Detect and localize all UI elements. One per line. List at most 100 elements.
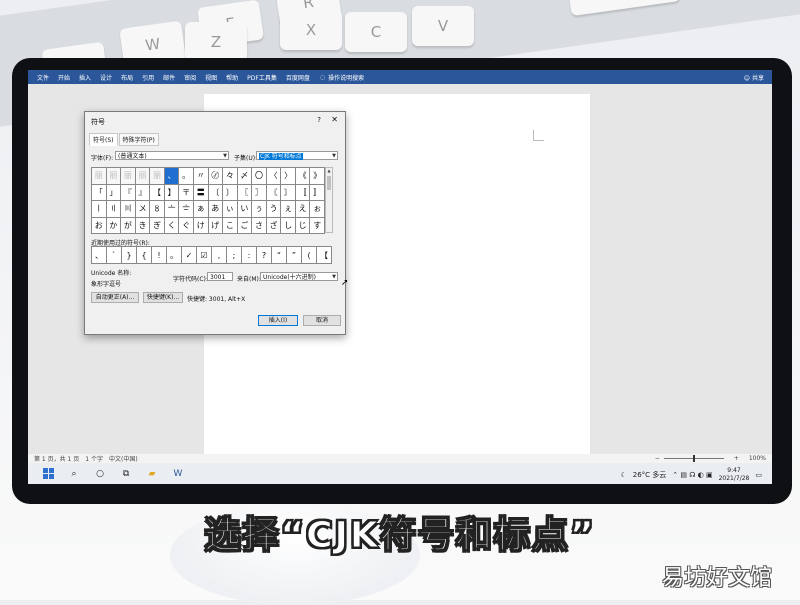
recent-symbol-cell[interactable]: { bbox=[137, 247, 152, 264]
symbol-cell[interactable]: 〒 bbox=[179, 184, 194, 201]
symbol-cell[interactable]: す bbox=[310, 217, 325, 234]
clock[interactable]: 9:47 2021/7/28 bbox=[719, 467, 750, 483]
ribbon-tab-home[interactable]: 开始 bbox=[58, 73, 70, 82]
help-button[interactable]: ? bbox=[317, 116, 321, 124]
symbol-cell[interactable]: し bbox=[281, 217, 296, 234]
char-code-input[interactable]: 3001 bbox=[207, 272, 233, 281]
symbol-grid-scrollbar[interactable]: ▲ bbox=[325, 167, 333, 233]
from-select[interactable]: Unicode(十六进制) ▼ bbox=[260, 272, 338, 281]
shortcut-key-button[interactable]: 快捷键(K)... bbox=[143, 292, 183, 303]
symbol-cell[interactable]: 丽 bbox=[106, 168, 122, 185]
zoom-out-icon[interactable]: − bbox=[655, 455, 660, 462]
weather-text[interactable]: 26°C 多云 bbox=[633, 470, 667, 480]
recent-symbol-cell[interactable]: “ bbox=[272, 247, 287, 264]
symbol-cell[interactable]: う bbox=[266, 201, 282, 218]
symbol-cell[interactable]: 〦 bbox=[164, 201, 180, 218]
ribbon-tab-review[interactable]: 审阅 bbox=[184, 73, 196, 82]
task-view-icon[interactable]: ⧉ bbox=[120, 468, 132, 480]
search-icon[interactable]: ⌕ bbox=[68, 468, 80, 480]
symbol-cell[interactable]: 】 bbox=[164, 184, 180, 201]
symbol-cell[interactable]: え bbox=[295, 201, 311, 218]
symbol-cell[interactable]: ご bbox=[237, 217, 253, 234]
symbol-cell[interactable]: あ bbox=[208, 201, 224, 218]
zoom-in-icon[interactable]: + bbox=[734, 455, 739, 462]
ribbon-tab-design[interactable]: 设计 bbox=[100, 73, 112, 82]
symbol-cell[interactable]: 〉 bbox=[281, 168, 296, 185]
symbol-cell[interactable]: 丽 bbox=[121, 168, 136, 185]
cortana-icon[interactable]: ○ bbox=[94, 468, 106, 480]
symbol-cell[interactable]: 》 bbox=[310, 168, 325, 185]
recent-symbol-cell[interactable]: , bbox=[212, 247, 227, 264]
symbol-cell[interactable]: 〄 bbox=[208, 168, 224, 185]
symbol-cell[interactable]: 』 bbox=[135, 184, 151, 201]
file-explorer-icon[interactable]: ▰ bbox=[146, 468, 158, 480]
recent-symbol-cell[interactable]: ” bbox=[287, 247, 302, 264]
symbol-cell[interactable]: い bbox=[237, 201, 253, 218]
insert-button[interactable]: 插入(I) bbox=[258, 315, 298, 326]
symbol-cell[interactable]: ざ bbox=[266, 217, 282, 234]
symbol-cell[interactable]: 「 bbox=[92, 184, 107, 201]
recent-symbol-cell[interactable]: : bbox=[242, 247, 257, 264]
symbol-cell[interactable]: じ bbox=[295, 217, 311, 234]
symbol-cell[interactable]: ぃ bbox=[223, 201, 238, 218]
zoom-slider[interactable] bbox=[663, 455, 724, 462]
symbol-cell[interactable]: が bbox=[121, 217, 136, 234]
recent-symbol-cell[interactable]: } bbox=[122, 247, 137, 264]
tray-icons[interactable]: ⌃ ▤ ☊ ◐ ▣ bbox=[672, 471, 712, 479]
word-app-icon[interactable]: W bbox=[172, 468, 184, 480]
symbol-cell[interactable]: 〢 bbox=[106, 201, 122, 218]
ribbon-tab-help[interactable]: 帮助 bbox=[226, 73, 238, 82]
symbol-cell[interactable]: 〣 bbox=[121, 201, 136, 218]
recent-symbol-cell[interactable]: 【 bbox=[317, 247, 332, 264]
font-select[interactable]: (普通文本) ▼ bbox=[115, 151, 229, 160]
symbol-cell[interactable]: 丽 bbox=[150, 168, 165, 185]
symbol-cell[interactable]: 〈 bbox=[266, 168, 282, 185]
symbol-cell[interactable]: 」 bbox=[106, 184, 122, 201]
recent-symbol-cell[interactable]: ; bbox=[227, 247, 242, 264]
symbol-cell[interactable]: ぉ bbox=[310, 201, 325, 218]
symbol-cell[interactable]: ぇ bbox=[281, 201, 296, 218]
symbol-cell[interactable]: 丽 bbox=[135, 168, 151, 185]
symbol-cell[interactable]: 【 bbox=[150, 184, 165, 201]
symbol-cell[interactable]: 〛 bbox=[310, 184, 325, 201]
symbol-cell[interactable]: こ bbox=[223, 217, 238, 234]
recent-symbol-cell[interactable]: 、 bbox=[92, 247, 107, 264]
cancel-button[interactable]: 取消 bbox=[303, 315, 341, 326]
symbol-cell[interactable]: か bbox=[106, 217, 122, 234]
subset-select[interactable]: CJK 符号和标点 ▼ bbox=[256, 151, 338, 160]
share-button[interactable]: ☺ 共享 bbox=[744, 73, 764, 82]
symbol-cell[interactable]: ぎ bbox=[150, 217, 165, 234]
scrollbar-thumb[interactable] bbox=[327, 176, 331, 190]
symbol-cell[interactable]: け bbox=[193, 217, 209, 234]
symbol-cell[interactable]: く bbox=[164, 217, 180, 234]
close-icon[interactable]: ✕ bbox=[331, 115, 338, 124]
symbol-cell[interactable]: ぐ bbox=[179, 217, 194, 234]
recent-symbol-cell[interactable]: ✓ bbox=[182, 247, 197, 264]
autocorrect-button[interactable]: 自动更正(A)... bbox=[91, 292, 139, 303]
symbol-cell[interactable]: き bbox=[135, 217, 151, 234]
recent-symbol-cell[interactable]: 。 bbox=[167, 247, 182, 264]
recent-symbol-cell[interactable]: ( bbox=[302, 247, 317, 264]
recent-symbol-cell[interactable]: ? bbox=[257, 247, 272, 264]
symbol-cell[interactable]: さ bbox=[252, 217, 267, 234]
ribbon-tab-layout[interactable]: 布局 bbox=[121, 73, 133, 82]
symbol-cell[interactable]: 〡 bbox=[92, 201, 107, 218]
symbol-cell[interactable]: 〇 bbox=[252, 168, 267, 185]
ribbon-tab-references[interactable]: 引用 bbox=[142, 73, 154, 82]
ribbon-tab-view[interactable]: 视图 bbox=[205, 73, 217, 82]
symbol-cell[interactable]: ぁ bbox=[193, 201, 209, 218]
ribbon-tab-file[interactable]: 文件 bbox=[37, 73, 49, 82]
symbol-cell[interactable]: 〓 bbox=[193, 184, 209, 201]
recent-symbol-cell[interactable]: ☑ bbox=[197, 247, 212, 264]
recent-symbol-cell[interactable]: ! bbox=[152, 247, 167, 264]
symbol-cell[interactable]: ぅ bbox=[252, 201, 267, 218]
symbol-cell[interactable]: 〘 bbox=[266, 184, 282, 201]
symbol-cell[interactable]: 〧 bbox=[179, 201, 194, 218]
symbol-cell[interactable]: 丽 bbox=[92, 168, 107, 185]
recent-symbol-cell[interactable]: ` bbox=[107, 247, 122, 264]
symbol-cell[interactable]: お bbox=[92, 217, 107, 234]
notification-icon[interactable]: ▭ bbox=[755, 471, 762, 479]
symbol-cell[interactable]: 〤 bbox=[135, 201, 151, 218]
symbol-cell[interactable]: 〥 bbox=[150, 201, 165, 218]
symbol-cell[interactable]: 〖 bbox=[237, 184, 253, 201]
